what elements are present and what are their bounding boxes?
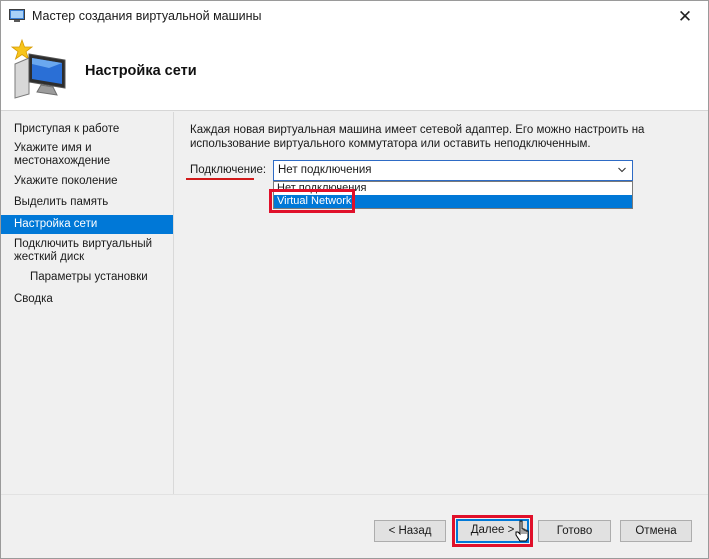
sidebar-item-label: Настройка сети: [14, 218, 98, 230]
sidebar-item-label: Подключить виртуальный жесткий диск: [14, 238, 153, 263]
finish-button[interactable]: Готово: [538, 520, 611, 542]
chevron-down-icon: [618, 167, 626, 173]
network-settings-panel: Каждая новая виртуальная машина имеет се…: [174, 112, 708, 494]
sidebar-item-label: Параметры установки: [30, 271, 148, 283]
sidebar-item-summary[interactable]: Сводка: [1, 293, 173, 306]
wizard-steps-sidebar: Приступая к работе Укажите имя и местона…: [1, 112, 173, 494]
close-icon: ✕: [677, 6, 693, 26]
title-bar: Мастер создания виртуальной машины ✕: [1, 1, 708, 32]
close-button[interactable]: ✕: [662, 1, 708, 32]
wizard-header: Настройка сети: [1, 32, 708, 111]
sidebar-item-name-location[interactable]: Укажите имя и местонахождение: [1, 142, 161, 168]
annotation-underline: [186, 178, 254, 180]
dropdown-option-virtual-network[interactable]: Virtual Network: [274, 195, 632, 208]
sidebar-item-getting-started[interactable]: Приступая к работе: [1, 123, 173, 136]
sidebar-item-label: Укажите поколение: [14, 175, 118, 187]
connection-select-value: Нет подключения: [278, 164, 372, 176]
sidebar-item-generation[interactable]: Укажите поколение: [1, 175, 173, 188]
app-icon: [9, 9, 25, 22]
sidebar-item-memory[interactable]: Выделить память: [1, 196, 173, 209]
wizard-window: Мастер создания виртуальной машины ✕ Нас…: [0, 0, 709, 559]
cancel-button[interactable]: Отмена: [620, 520, 692, 542]
sidebar-item-install-options[interactable]: Параметры установки: [1, 271, 173, 284]
sidebar-item-label: Сводка: [14, 293, 53, 305]
page-title: Настройка сети: [85, 63, 197, 79]
dropdown-option-no-connection[interactable]: Нет подключения: [274, 182, 632, 195]
connection-dropdown-list: Нет подключения Virtual Network: [273, 181, 633, 209]
back-button[interactable]: < Назад: [374, 520, 446, 542]
connection-select[interactable]: Нет подключения: [273, 160, 633, 181]
next-button[interactable]: Далее >: [456, 519, 529, 543]
description-text: Каждая новая виртуальная машина имеет се…: [190, 124, 645, 150]
sidebar-item-label: Укажите имя и местонахождение: [14, 142, 111, 167]
connection-label: Подключение:: [190, 164, 267, 176]
sidebar-item-virtual-disk[interactable]: Подключить виртуальный жесткий диск: [1, 238, 161, 264]
sidebar-item-label: Приступая к работе: [14, 123, 120, 135]
sidebar-item-label: Выделить память: [14, 196, 109, 208]
virtual-machine-wizard-icon: [10, 38, 66, 99]
sidebar-item-network[interactable]: Настройка сети: [1, 215, 173, 234]
window-title: Мастер создания виртуальной машины: [32, 9, 262, 23]
